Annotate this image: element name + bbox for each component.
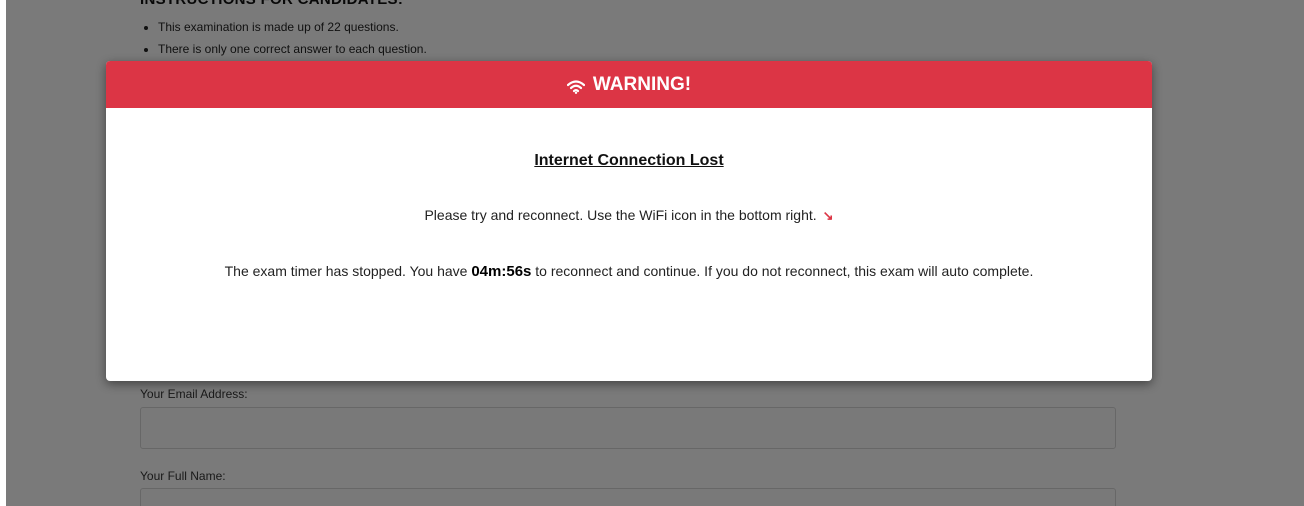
countdown-timer: 04m:56s [471, 263, 532, 280]
reconnect-instruction-text: Please try and reconnect. Use the WiFi i… [424, 207, 817, 223]
timer-message-after: to reconnect and continue. If you do not… [531, 263, 1034, 279]
modal-overlay: WARNING! Internet Connection Lost Please… [0, 0, 1304, 506]
arrow-down-right-icon: ↘ [822, 208, 834, 223]
reconnect-instruction: Please try and reconnect. Use the WiFi i… [106, 207, 1152, 224]
exam-page: INSTRUCTIONS FOR CANDIDATES: This examin… [0, 0, 1304, 506]
timer-message: The exam timer has stopped. You have 04m… [179, 258, 1079, 285]
dialog-header-title: WARNING! [592, 73, 692, 95]
dialog-body: Internet Connection Lost Please try and … [106, 152, 1152, 285]
connection-lost-dialog: WARNING! Internet Connection Lost Please… [106, 61, 1152, 381]
dialog-header: WARNING! [106, 61, 1152, 108]
timer-message-before: The exam timer has stopped. You have [224, 263, 472, 279]
wifi-icon [566, 78, 586, 94]
dialog-title: Internet Connection Lost [534, 152, 724, 169]
